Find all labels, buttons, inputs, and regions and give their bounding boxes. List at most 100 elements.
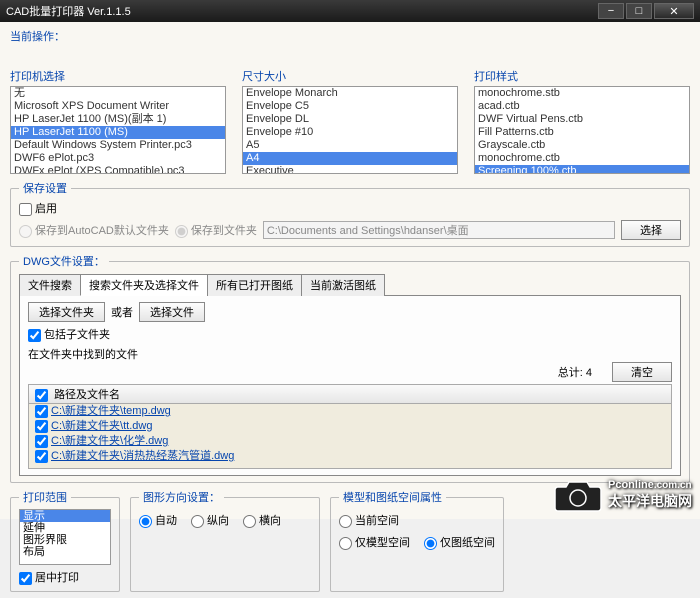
enable-checkbox[interactable]	[19, 203, 32, 216]
orient-portrait-radio[interactable]	[191, 515, 204, 528]
list-item[interactable]: Screening 100%.ctb	[475, 165, 689, 174]
found-label: 在文件夹中找到的文件	[28, 349, 138, 361]
table-row[interactable]: C:\新建文件夹\tt.dwg	[29, 419, 671, 434]
table-row[interactable]: C:\新建文件夹\消热热经蒸汽管道.dwg	[29, 449, 671, 464]
list-item[interactable]: Microsoft XPS Document Writer	[11, 100, 225, 113]
printer-label: 打印机选择	[10, 68, 226, 84]
tab[interactable]: 搜索文件夹及选择文件	[80, 274, 208, 296]
clear-button[interactable]: 清空	[612, 362, 672, 382]
style-label: 打印样式	[474, 68, 690, 84]
space-legend: 模型和图纸空间属性	[339, 489, 446, 505]
list-item[interactable]: 布局	[20, 546, 110, 558]
select-file-button[interactable]: 选择文件	[139, 302, 205, 322]
watermark-brand: Pconline	[608, 479, 654, 491]
file-link[interactable]: C:\新建文件夹\化学.dwg	[51, 434, 168, 449]
size-listbox[interactable]: Envelope MonarchEnvelope C5Envelope DLEn…	[242, 86, 458, 174]
list-item[interactable]: A5	[243, 139, 457, 152]
list-item[interactable]: acad.ctb	[475, 100, 689, 113]
watermark-zh: 太平洋电脑网	[608, 493, 692, 509]
save-path-input[interactable]	[263, 221, 615, 239]
tab[interactable]: 所有已打开图纸	[207, 274, 302, 296]
row-checkbox[interactable]	[35, 435, 48, 448]
current-op-value	[10, 46, 690, 62]
list-item[interactable]: Envelope #10	[243, 126, 457, 139]
file-link[interactable]: C:\新建文件夹\消热热经蒸汽管道.dwg	[51, 449, 234, 464]
row-checkbox[interactable]	[35, 405, 48, 418]
print-range-legend: 打印范围	[19, 489, 71, 505]
maximize-button[interactable]: □	[626, 3, 652, 19]
window-title: CAD批量打印器 Ver.1.1.5	[6, 3, 596, 19]
tabstrip: 文件搜索搜索文件夹及选择文件所有已打开图纸当前激活图纸	[19, 273, 681, 296]
row-checkbox[interactable]	[35, 420, 48, 433]
range-listbox[interactable]: 显示延伸图形界限布局	[19, 509, 111, 565]
space-fieldset: 模型和图纸空间属性 当前空间 仅模型空间 仅图纸空间	[330, 489, 504, 592]
dwg-settings-fieldset: DWG文件设置： 文件搜索搜索文件夹及选择文件所有已打开图纸当前激活图纸 选择文…	[10, 253, 690, 483]
camera-icon	[554, 477, 602, 513]
list-item[interactable]: DWF Virtual Pens.ctb	[475, 113, 689, 126]
space-paper-radio[interactable]	[424, 537, 437, 550]
watermark: Pconline.com.cn 太平洋电脑网	[554, 477, 692, 513]
titlebar: CAD批量打印器 Ver.1.1.5 − □ ✕	[0, 0, 700, 22]
or-label: 或者	[111, 304, 133, 320]
list-item[interactable]: Envelope DL	[243, 113, 457, 126]
save-default-radio[interactable]	[19, 225, 32, 238]
list-item[interactable]: monochrome.stb	[475, 87, 689, 100]
tab[interactable]: 当前激活图纸	[301, 274, 385, 296]
orient-landscape-label[interactable]: 横向	[243, 512, 281, 528]
file-table: 路径及文件名 C:\新建文件夹\temp.dwgC:\新建文件夹\tt.dwgC…	[28, 384, 672, 469]
current-op-label: 当前操作：	[10, 28, 690, 44]
select-all-checkbox[interactable]	[35, 389, 48, 402]
list-item[interactable]: Grayscale.ctb	[475, 139, 689, 152]
list-item[interactable]: Envelope C5	[243, 100, 457, 113]
print-range-fieldset: 打印范围 显示延伸图形界限布局 居中打印	[10, 489, 120, 592]
list-item[interactable]: Envelope Monarch	[243, 87, 457, 100]
orient-auto-radio[interactable]	[139, 515, 152, 528]
list-item[interactable]: HP LaserJet 1100 (MS)(副本 1)	[11, 113, 225, 126]
file-link[interactable]: C:\新建文件夹\tt.dwg	[51, 419, 152, 434]
file-link[interactable]: C:\新建文件夹\temp.dwg	[51, 404, 171, 419]
space-current-label[interactable]: 当前空间	[339, 512, 399, 528]
center-print-checkbox[interactable]	[19, 572, 32, 585]
list-item[interactable]: monochrome.ctb	[475, 152, 689, 165]
space-current-radio[interactable]	[339, 515, 352, 528]
table-row[interactable]: C:\新建文件夹\化学.dwg	[29, 434, 671, 449]
space-paper-label[interactable]: 仅图纸空间	[424, 534, 495, 550]
list-item[interactable]: 显示	[20, 510, 110, 522]
save-settings-fieldset: 保存设置 启用 保存到AutoCAD默认文件夹 保存到文件夹 选择	[10, 180, 690, 247]
list-item[interactable]: Default Windows System Printer.pc3	[11, 139, 225, 152]
list-item[interactable]: Fill Patterns.ctb	[475, 126, 689, 139]
tab[interactable]: 文件搜索	[19, 274, 81, 296]
orientation-legend: 图形方向设置：	[139, 489, 224, 505]
list-item[interactable]: Executive	[243, 165, 457, 174]
center-print-label[interactable]: 居中打印	[19, 569, 111, 585]
minimize-button[interactable]: −	[598, 3, 624, 19]
list-item[interactable]: DWF6 ePlot.pc3	[11, 152, 225, 165]
orient-portrait-label[interactable]: 纵向	[191, 512, 229, 528]
orient-auto-label[interactable]: 自动	[139, 512, 177, 528]
include-sub-label[interactable]: 包括子文件夹	[28, 326, 110, 342]
printer-listbox[interactable]: 无Microsoft XPS Document WriterHP LaserJe…	[10, 86, 226, 174]
table-row[interactable]: C:\新建文件夹\temp.dwg	[29, 404, 671, 419]
list-item[interactable]: 无	[11, 87, 225, 100]
list-item[interactable]: 图形界限	[20, 534, 110, 546]
save-default-radio-label[interactable]: 保存到AutoCAD默认文件夹	[19, 222, 169, 238]
browse-button[interactable]: 选择	[621, 220, 681, 240]
orient-landscape-radio[interactable]	[243, 515, 256, 528]
list-item[interactable]: A4	[243, 152, 457, 165]
close-button[interactable]: ✕	[654, 3, 694, 19]
dwg-settings-legend: DWG文件设置：	[19, 253, 109, 269]
file-table-body[interactable]: C:\新建文件夹\temp.dwgC:\新建文件夹\tt.dwgC:\新建文件夹…	[29, 404, 671, 468]
include-sub-checkbox[interactable]	[28, 329, 41, 342]
total-label: 总计: 4	[558, 364, 592, 380]
space-model-radio[interactable]	[339, 537, 352, 550]
enable-checkbox-label[interactable]: 启用	[19, 203, 57, 215]
space-model-label[interactable]: 仅模型空间	[339, 534, 410, 550]
list-item[interactable]: HP LaserJet 1100 (MS)	[11, 126, 225, 139]
row-checkbox[interactable]	[35, 450, 48, 463]
list-item[interactable]: DWFx ePlot (XPS Compatible).pc3	[11, 165, 225, 174]
select-folder-button[interactable]: 选择文件夹	[28, 302, 105, 322]
save-to-radio-label[interactable]: 保存到文件夹	[175, 222, 257, 238]
style-listbox[interactable]: monochrome.stbacad.ctbDWF Virtual Pens.c…	[474, 86, 690, 174]
save-to-radio[interactable]	[175, 225, 188, 238]
list-item[interactable]: 延伸	[20, 522, 110, 534]
